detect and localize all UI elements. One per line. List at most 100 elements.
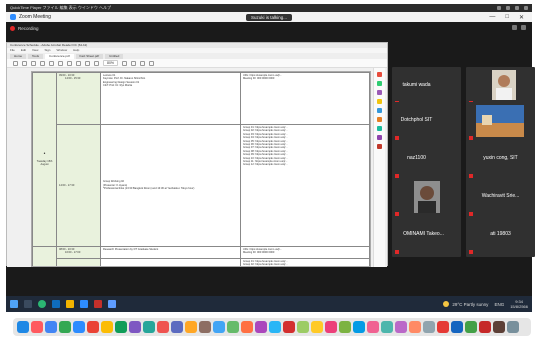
document-viewport[interactable]: • Tuesday 15th August 09:00 - 10:30 14:00…	[7, 68, 387, 267]
zoom-dock-icon[interactable]	[73, 321, 85, 333]
comment-tool-icon[interactable]	[377, 99, 382, 104]
export-pdf-icon[interactable]	[377, 72, 382, 77]
participant-name: takumi wada	[402, 82, 431, 88]
menu-window[interactable]: Window	[56, 48, 67, 53]
search-icon[interactable]	[515, 6, 519, 10]
participant-tile[interactable]: OMINAMI Takeo...	[392, 216, 461, 257]
app-store-icon[interactable]	[325, 321, 337, 333]
maps-icon[interactable]	[143, 321, 155, 333]
combine-files-icon[interactable]	[377, 108, 382, 113]
excel-icon[interactable]	[227, 321, 239, 333]
podcasts-icon[interactable]	[129, 321, 141, 333]
language-indicator[interactable]: ENG	[494, 302, 504, 307]
acrobat-dock-icon[interactable]	[283, 321, 295, 333]
powerpoint-icon[interactable]	[241, 321, 253, 333]
menu-help[interactable]: Help	[73, 48, 79, 53]
menu-edit[interactable]: Edit	[21, 48, 26, 53]
terminal-icon[interactable]	[465, 321, 477, 333]
fit-page-icon[interactable]	[122, 60, 128, 66]
word-icon[interactable]	[213, 321, 225, 333]
weather-widget[interactable]: 29°C Partly sunny	[443, 301, 488, 307]
comment-icon[interactable]	[131, 60, 137, 66]
highlight-icon[interactable]	[140, 60, 146, 66]
store-icon[interactable]	[108, 300, 116, 308]
page-down-icon[interactable]	[58, 60, 63, 66]
downloads-icon[interactable]	[493, 321, 505, 333]
pointer-icon[interactable]	[67, 60, 72, 66]
print-icon[interactable]	[22, 60, 27, 66]
photos-icon[interactable]	[185, 321, 197, 333]
messages-icon[interactable]	[59, 321, 71, 333]
calendar-icon[interactable]	[199, 321, 211, 333]
menu-sign[interactable]: Sign	[44, 48, 50, 53]
tab-untitled[interactable]: Untitled	[105, 54, 124, 59]
participant-tile[interactable]	[466, 102, 535, 143]
edit-pdf-icon[interactable]	[377, 90, 382, 95]
zoom-in-icon[interactable]	[94, 60, 99, 66]
zoom-out-icon[interactable]	[85, 60, 90, 66]
participant-tile[interactable]: ati 19803	[466, 216, 535, 257]
mail-dock-icon[interactable]	[87, 321, 99, 333]
safari-icon[interactable]	[45, 321, 57, 333]
page-up-icon[interactable]	[49, 60, 54, 66]
keynote-icon[interactable]	[353, 321, 365, 333]
edge-icon[interactable]	[52, 300, 60, 308]
mail-icon[interactable]	[31, 60, 36, 66]
settings-icon[interactable]	[381, 321, 393, 333]
zoom-taskbar-icon[interactable]	[80, 300, 88, 308]
slack-icon[interactable]	[395, 321, 407, 333]
protect-icon[interactable]	[377, 135, 382, 140]
close-button[interactable]: ✕	[519, 14, 524, 21]
start-icon[interactable]	[10, 300, 18, 308]
record-icon[interactable]	[479, 321, 491, 333]
launchpad-icon[interactable]	[31, 321, 43, 333]
redact-icon[interactable]	[377, 126, 382, 131]
tab-fact-sheet[interactable]: Fact Sheet.pdf	[75, 54, 104, 59]
finder-icon[interactable]	[17, 321, 29, 333]
facetime-icon[interactable]	[115, 321, 127, 333]
vlc-icon[interactable]	[409, 321, 421, 333]
participant-tile[interactable]: yuxin cong, SIT	[466, 140, 535, 181]
maximize-button[interactable]: □	[505, 14, 509, 21]
office-icon[interactable]	[437, 321, 449, 333]
participant-tile[interactable]: Wachiravit Srie...	[466, 178, 535, 219]
notes-icon[interactable]	[101, 321, 113, 333]
task-view-icon[interactable]	[24, 300, 32, 308]
tab-home[interactable]: Home	[10, 54, 27, 59]
onenote-icon[interactable]	[255, 321, 267, 333]
search-icon[interactable]	[40, 60, 45, 66]
control-center-icon[interactable]	[524, 6, 528, 10]
menu-file[interactable]: File	[10, 48, 15, 53]
fullscreen-icon[interactable]	[521, 25, 526, 30]
tab-conference[interactable]: Conference.pdf	[45, 54, 74, 59]
menu-view[interactable]: View	[32, 48, 38, 53]
view-layout-icon[interactable]	[512, 25, 517, 30]
save-icon[interactable]	[13, 60, 18, 66]
participant-tile[interactable]	[392, 178, 461, 219]
hand-icon[interactable]	[76, 60, 81, 66]
zoom-level[interactable]: 80%	[103, 60, 119, 66]
quicktime-icon[interactable]	[423, 321, 435, 333]
participant-tile[interactable]: naz1100	[392, 140, 461, 181]
vscode-icon[interactable]	[451, 321, 463, 333]
fill-sign-icon[interactable]	[377, 144, 382, 149]
minimize-button[interactable]: —	[489, 14, 495, 21]
preview-icon[interactable]	[311, 321, 323, 333]
numbers-icon[interactable]	[339, 321, 351, 333]
sign-icon[interactable]	[149, 60, 155, 66]
clock[interactable]: 9:34 15/8/2566	[510, 299, 528, 309]
file-explorer-icon[interactable]	[66, 300, 74, 308]
recording-indicator[interactable]: Recording	[6, 22, 532, 34]
trash-icon[interactable]	[507, 321, 519, 333]
teams-icon[interactable]	[171, 321, 183, 333]
music-icon[interactable]	[157, 321, 169, 333]
tab-tools[interactable]: Tools	[28, 54, 44, 59]
acrobat-taskbar-icon[interactable]	[94, 300, 102, 308]
reminders-icon[interactable]	[367, 321, 379, 333]
outlook-icon[interactable]	[269, 321, 281, 333]
time-cell: 14:00 - 17:30	[56, 124, 101, 247]
chrome-icon[interactable]	[38, 300, 46, 308]
line-icon[interactable]	[297, 321, 309, 333]
participant-photo	[414, 181, 440, 213]
participant-tile[interactable]: Dotchphol SIT	[392, 102, 461, 143]
